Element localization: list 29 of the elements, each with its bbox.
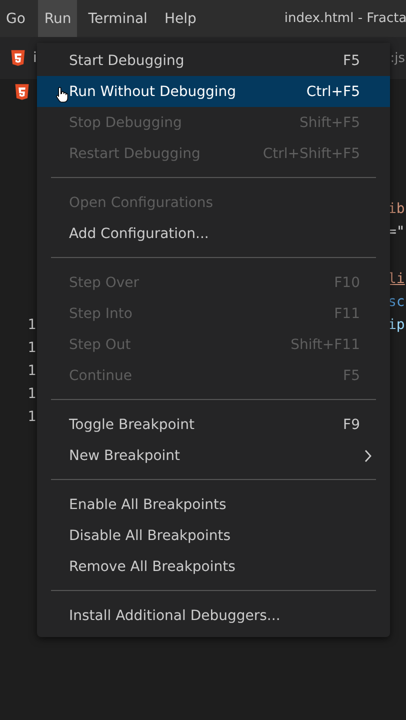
menu-item[interactable]: Remove All Breakpoints bbox=[37, 551, 390, 582]
menu-bar-item[interactable]: Help bbox=[158, 0, 202, 37]
menu-item[interactable]: Run Without Debugging Ctrl+F5 bbox=[37, 76, 390, 107]
menu-bar-item[interactable]: Terminal bbox=[82, 0, 154, 37]
chevron-right-icon bbox=[364, 448, 372, 462]
menu-item[interactable]: Start Debugging F5 bbox=[37, 45, 390, 76]
line-number: 1 bbox=[28, 362, 36, 378]
menu-item[interactable]: Enable All Breakpoints bbox=[37, 489, 390, 520]
menu-item[interactable]: Add Configuration... bbox=[37, 218, 390, 249]
menu-bar-item[interactable]: Go bbox=[0, 0, 32, 37]
menu-item[interactable]: New Breakpoint bbox=[37, 440, 390, 471]
hand-cursor-icon bbox=[56, 86, 68, 103]
code-text: ip bbox=[388, 316, 405, 332]
menu-item[interactable]: Disable All Breakpoints bbox=[37, 520, 390, 551]
menu-bar-item[interactable]: Run bbox=[38, 0, 78, 37]
html-file-icon bbox=[9, 49, 27, 67]
html-file-icon bbox=[13, 83, 31, 101]
code-text: ib bbox=[388, 200, 405, 216]
line-number: 1 bbox=[28, 386, 36, 402]
editor-tab[interactable]: i bbox=[9, 49, 37, 67]
code-text: li bbox=[388, 270, 405, 286]
menu-item[interactable]: Install Additional Debuggers... bbox=[37, 600, 390, 631]
line-number: 1 bbox=[28, 316, 36, 332]
editor-tab-label[interactable]: :js bbox=[390, 50, 405, 66]
window-title: index.html - Fracta bbox=[284, 11, 406, 26]
menu-item[interactable]: Toggle Breakpoint F9 bbox=[37, 409, 390, 440]
line-number: 1 bbox=[28, 408, 36, 424]
code-text: sc bbox=[388, 294, 405, 310]
line-number: 1 bbox=[28, 340, 36, 356]
